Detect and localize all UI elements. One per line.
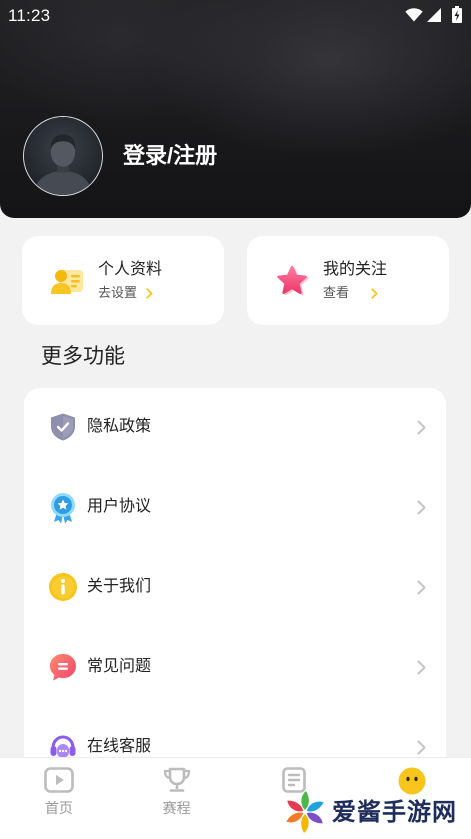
battery-charging-icon bbox=[452, 6, 462, 23]
faq-bubble-icon bbox=[48, 652, 78, 684]
chevron-right-icon bbox=[417, 740, 426, 755]
menu-item-label: 在线客服 bbox=[87, 738, 152, 755]
chevron-right-icon bbox=[417, 660, 426, 675]
nav-tab-home[interactable]: 首页 bbox=[0, 758, 118, 839]
menu-item-privacy-policy[interactable]: 隐私政策 bbox=[24, 388, 446, 468]
default-avatar-icon bbox=[24, 117, 102, 195]
nav-tab-label: 首页 bbox=[44, 800, 73, 816]
nav-tab-schedule[interactable]: 赛程 bbox=[118, 758, 236, 839]
shield-check-icon bbox=[48, 412, 78, 444]
section-title-more-functions: 更多功能 bbox=[41, 345, 125, 368]
profile-card-icon bbox=[50, 264, 84, 298]
award-badge-icon bbox=[48, 492, 78, 524]
document-icon bbox=[282, 767, 307, 793]
menu-item-about-us[interactable]: 关于我们 bbox=[24, 548, 446, 628]
chevron-right-icon bbox=[146, 288, 153, 299]
chevron-right-icon bbox=[417, 580, 426, 595]
card-action-label: 去设置 bbox=[98, 285, 138, 300]
menu-item-label: 隐私政策 bbox=[87, 418, 152, 435]
trophy-icon bbox=[162, 767, 192, 793]
nav-tab-smiley-active[interactable] bbox=[353, 758, 471, 839]
chevron-right-icon bbox=[417, 420, 426, 435]
chevron-right-icon bbox=[417, 500, 426, 515]
menu-item-label: 用户协议 bbox=[87, 498, 152, 515]
cellular-signal-icon bbox=[427, 8, 441, 22]
wifi-icon bbox=[405, 8, 423, 22]
profile-screen: 11:23 登录/注册 个人资料 去设置 我的关注 查看 更多功能 隐私政策 用… bbox=[0, 0, 471, 839]
login-register-link[interactable]: 登录/注册 bbox=[123, 142, 217, 170]
chevron-right-icon bbox=[371, 288, 378, 299]
info-icon bbox=[48, 572, 78, 604]
avatar[interactable] bbox=[23, 116, 103, 196]
nav-tab-label: 赛程 bbox=[162, 800, 191, 816]
play-screen-icon bbox=[44, 767, 74, 793]
nav-tab-document[interactable] bbox=[236, 758, 354, 839]
menu-item-label: 常见问题 bbox=[87, 658, 152, 675]
personal-info-card[interactable]: 个人资料 去设置 bbox=[22, 236, 224, 325]
menu-item-faq[interactable]: 常见问题 bbox=[24, 628, 446, 708]
bottom-navigation: 首页 赛程 bbox=[0, 757, 471, 839]
smiley-face-icon bbox=[398, 767, 426, 795]
card-title: 个人资料 bbox=[98, 261, 163, 278]
menu-item-label: 关于我们 bbox=[87, 578, 152, 595]
card-action-label: 查看 bbox=[323, 285, 350, 300]
profile-header: 11:23 登录/注册 bbox=[0, 0, 471, 218]
status-time: 11:23 bbox=[8, 6, 51, 25]
card-title: 我的关注 bbox=[323, 261, 388, 278]
menu-item-user-agreement[interactable]: 用户协议 bbox=[24, 468, 446, 548]
my-follows-card[interactable]: 我的关注 查看 bbox=[247, 236, 449, 325]
star-icon bbox=[275, 264, 309, 298]
